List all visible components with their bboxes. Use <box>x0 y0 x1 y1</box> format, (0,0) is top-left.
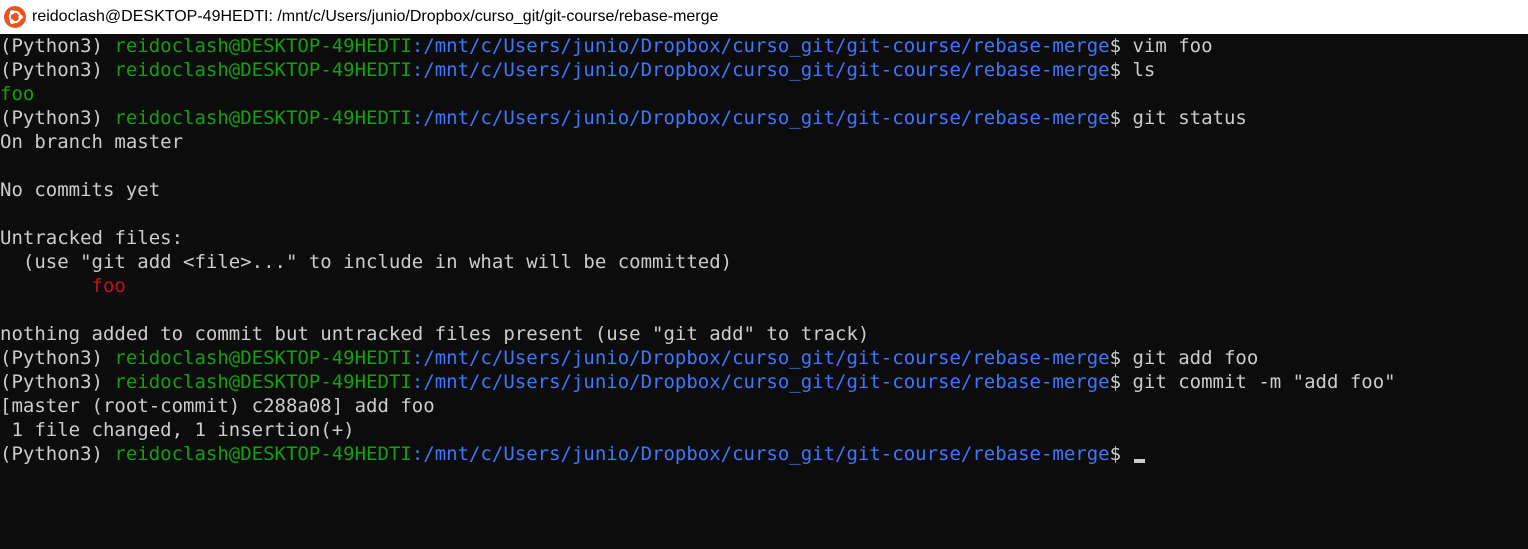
status-untracked-entry: foo <box>0 274 1528 298</box>
status-branch: On branch master <box>0 131 184 153</box>
terminal-output[interactable]: (Python3) reidoclash@DESKTOP-49HEDTI:/mn… <box>0 34 1528 549</box>
terminal-line: (Python3) reidoclash@DESKTOP-49HEDTI:/mn… <box>0 346 1528 370</box>
prompt-symbol: $ <box>1109 443 1133 465</box>
prompt-user-host: reidoclash@DESKTOP-49HEDTI <box>114 59 412 81</box>
prompt-symbol: $ <box>1109 35 1133 57</box>
prompt-user-host: reidoclash@DESKTOP-49HEDTI <box>114 347 412 369</box>
prompt-venv: (Python3) <box>0 443 115 465</box>
terminal-line-current[interactable]: (Python3) reidoclash@DESKTOP-49HEDTI:/mn… <box>0 442 1528 466</box>
prompt-venv: (Python3) <box>0 347 115 369</box>
terminal-line: (Python3) reidoclash@DESKTOP-49HEDTI:/mn… <box>0 106 1528 130</box>
prompt-symbol: $ <box>1109 371 1133 393</box>
prompt-path: :/mnt/c/Users/junio/Dropbox/curso_git/gi… <box>411 59 1110 81</box>
command-text: vim foo <box>1132 35 1213 57</box>
prompt-path: :/mnt/c/Users/junio/Dropbox/curso_git/gi… <box>411 35 1110 57</box>
command-text: git add foo <box>1132 347 1259 369</box>
prompt-venv: (Python3) <box>0 107 115 129</box>
ubuntu-icon <box>4 6 26 28</box>
prompt-symbol: $ <box>1109 347 1133 369</box>
prompt-path: :/mnt/c/Users/junio/Dropbox/curso_git/gi… <box>411 371 1110 393</box>
window-title: reidoclash@DESKTOP-49HEDTI: /mnt/c/Users… <box>32 8 719 25</box>
terminal-line: (Python3) reidoclash@DESKTOP-49HEDTI:/mn… <box>0 34 1528 58</box>
terminal-line: (Python3) reidoclash@DESKTOP-49HEDTI:/mn… <box>0 370 1528 394</box>
commit-stats: 1 file changed, 1 insertion(+) <box>0 419 355 441</box>
prompt-user-host: reidoclash@DESKTOP-49HEDTI <box>114 371 412 393</box>
prompt-user-host: reidoclash@DESKTOP-49HEDTI <box>114 35 412 57</box>
status-untracked-hint: (use "git add <file>..." to include in w… <box>0 251 733 273</box>
status-nothing-added: nothing added to commit but untracked fi… <box>0 323 870 345</box>
command-text: ls <box>1132 59 1156 81</box>
text-cursor <box>1134 459 1146 463</box>
command-text: git status <box>1132 107 1247 129</box>
window-titlebar[interactable]: reidoclash@DESKTOP-49HEDTI: /mnt/c/Users… <box>0 0 1528 34</box>
prompt-venv: (Python3) <box>0 35 115 57</box>
prompt-venv: (Python3) <box>0 371 115 393</box>
prompt-user-host: reidoclash@DESKTOP-49HEDTI <box>114 107 412 129</box>
prompt-path: :/mnt/c/Users/junio/Dropbox/curso_git/gi… <box>411 443 1110 465</box>
commit-result: [master (root-commit) c288a08] add foo <box>0 395 435 417</box>
prompt-symbol: $ <box>1109 107 1133 129</box>
status-untracked-header: Untracked files: <box>0 227 184 249</box>
prompt-symbol: $ <box>1109 59 1133 81</box>
prompt-venv: (Python3) <box>0 59 115 81</box>
prompt-user-host: reidoclash@DESKTOP-49HEDTI <box>114 443 412 465</box>
status-no-commits: No commits yet <box>0 179 161 201</box>
terminal-line: (Python3) reidoclash@DESKTOP-49HEDTI:/mn… <box>0 58 1528 82</box>
prompt-path: :/mnt/c/Users/junio/Dropbox/curso_git/gi… <box>411 107 1110 129</box>
untracked-file-name: foo <box>91 275 126 297</box>
command-text: git commit -m "add foo" <box>1132 371 1396 393</box>
prompt-path: :/mnt/c/Users/junio/Dropbox/curso_git/gi… <box>411 347 1110 369</box>
ls-output: foo <box>0 83 35 105</box>
